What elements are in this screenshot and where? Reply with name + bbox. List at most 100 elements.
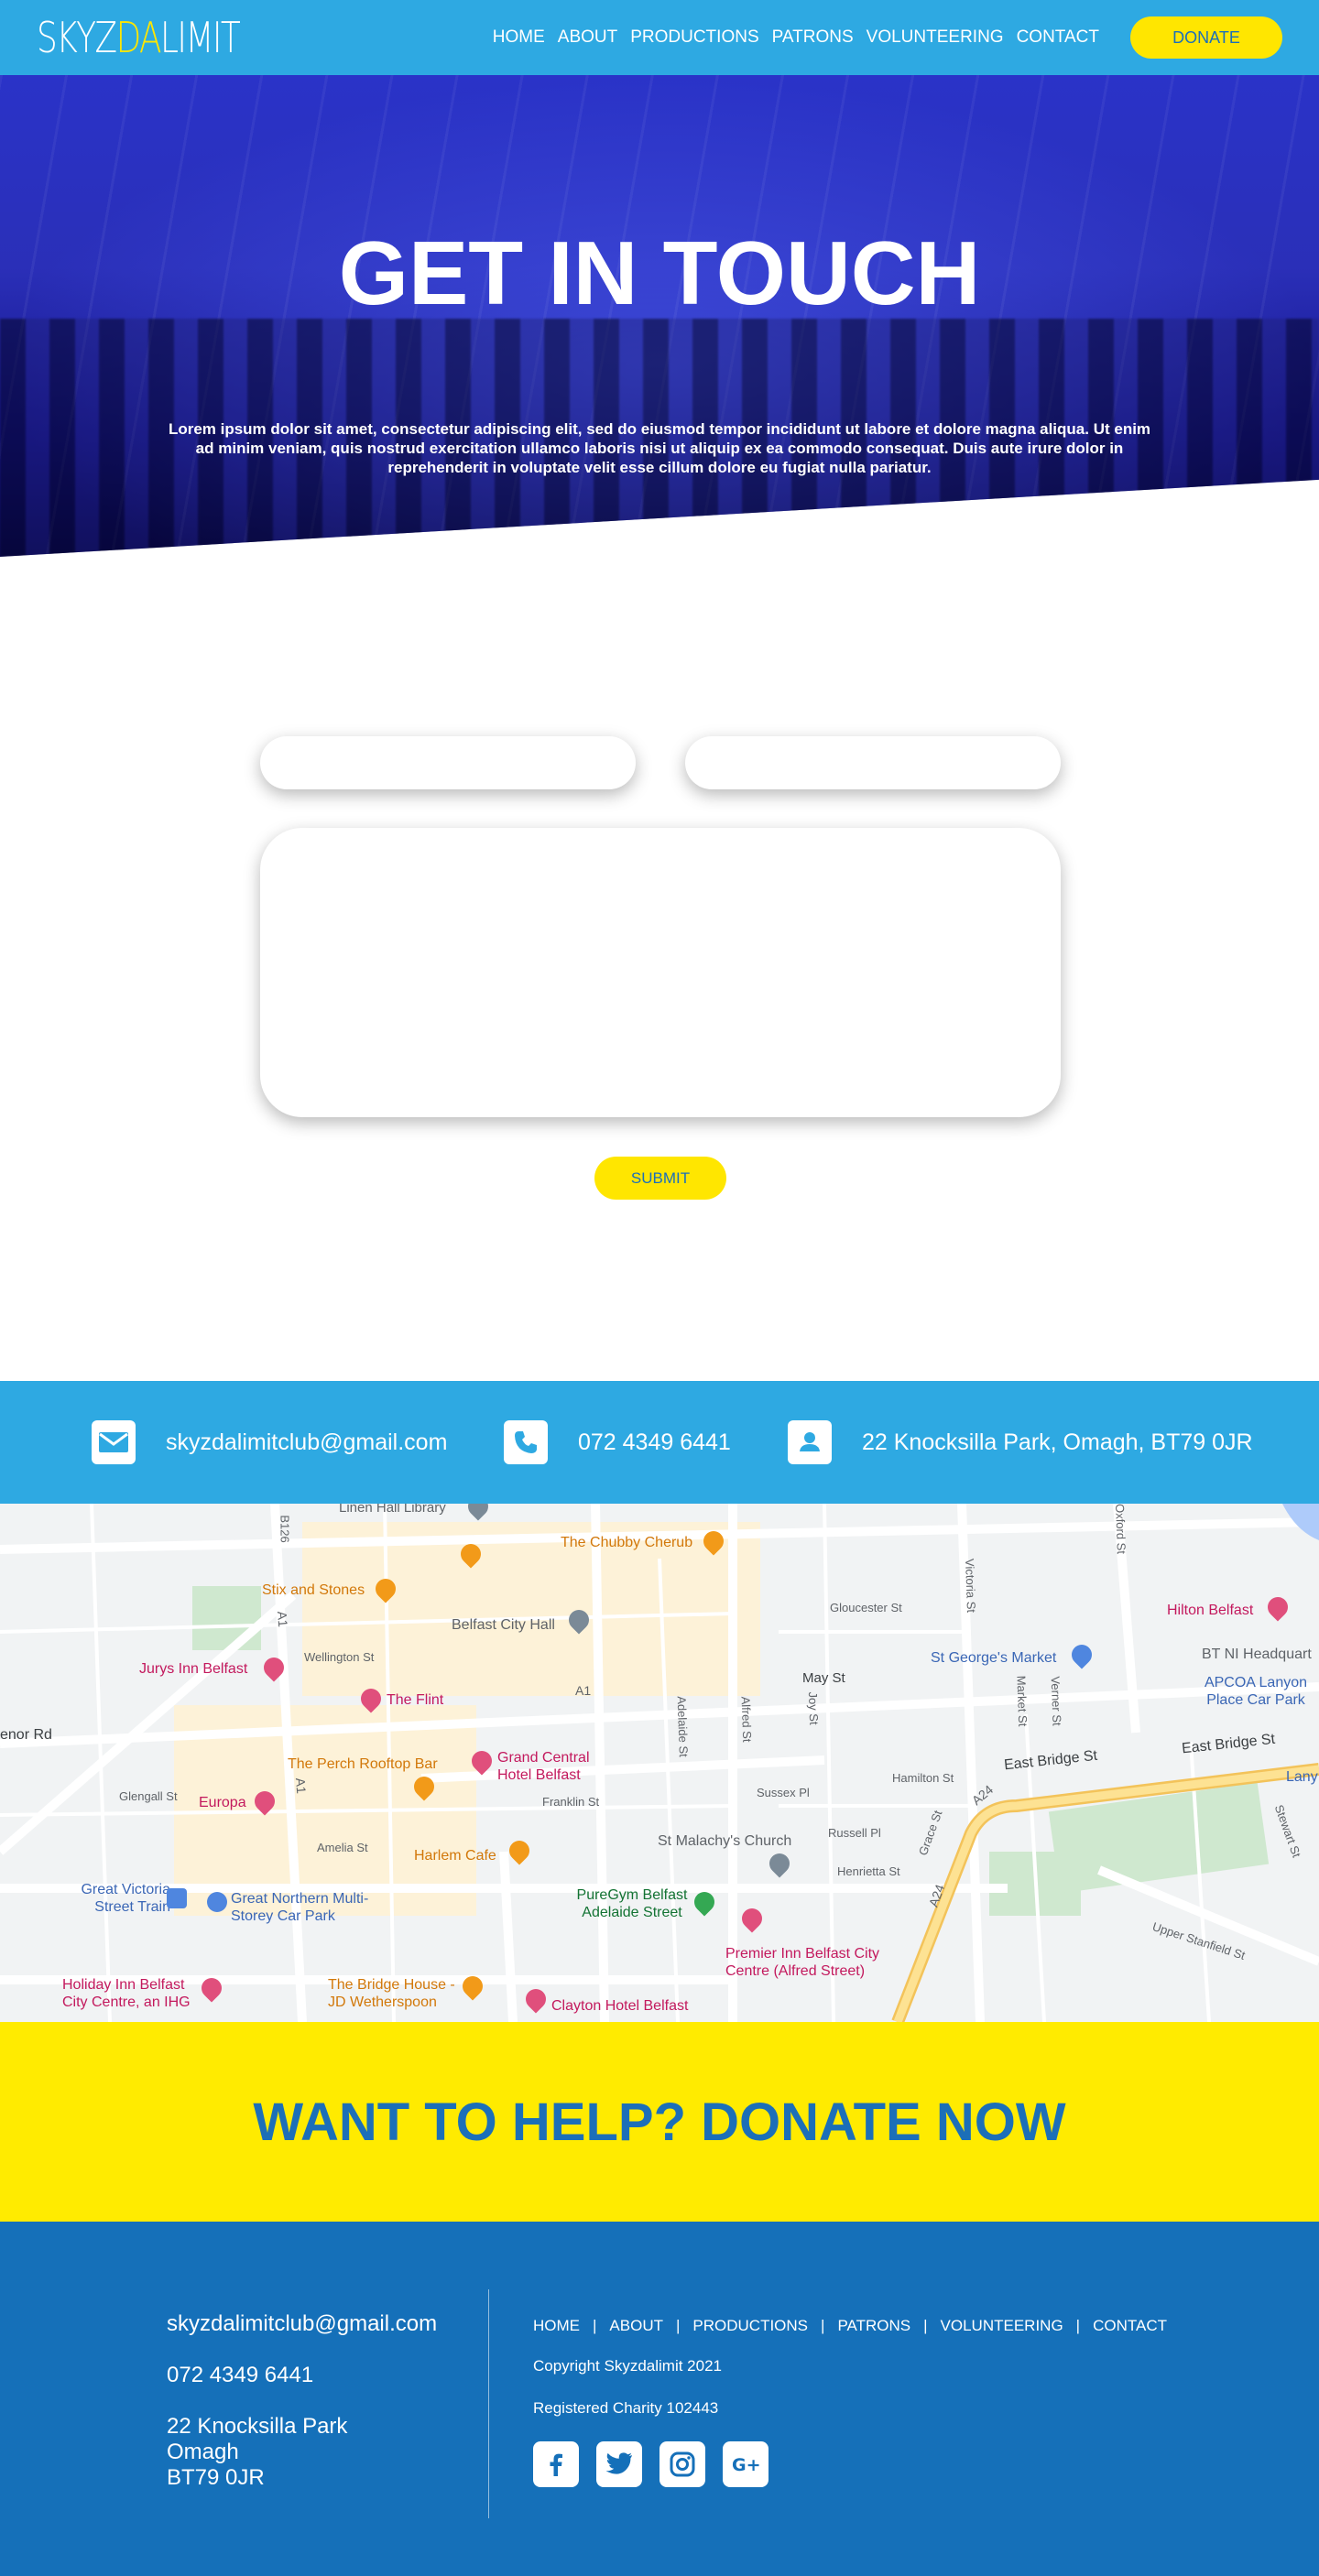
map-label-market: Market St	[1014, 1675, 1030, 1727]
footer-nav-separator: |	[1075, 2317, 1081, 2334]
map-label-adelaide: Adelaide St	[674, 1696, 691, 1757]
footer-nav-separator: |	[593, 2317, 597, 2334]
footer-address: 22 Knocksilla Park Omagh BT79 0JR	[167, 2414, 437, 2491]
map-label-victoria-st: Victoria St	[962, 1558, 979, 1614]
footer: skyzdalimitclub@gmail.com 072 4349 6441 …	[0, 2222, 1319, 2576]
mail-icon	[92, 1420, 136, 1464]
email-input[interactable]	[685, 736, 1061, 789]
google-plus-icon[interactable]: G+	[723, 2441, 769, 2487]
map-streets	[0, 1504, 1319, 2022]
map-label-lisburn-rd: enor Rd	[0, 1727, 52, 1743]
map-label-sussex: Sussex Pl	[757, 1786, 810, 1799]
map-label-alfred: Alfred St	[738, 1696, 755, 1743]
name-input[interactable]	[260, 736, 636, 789]
instagram-icon[interactable]	[660, 2441, 705, 2487]
nav-about[interactable]: ABOUT	[558, 27, 617, 48]
nav-contact[interactable]: CONTACT	[1017, 27, 1099, 48]
footer-contact: skyzdalimitclub@gmail.com 072 4349 6441 …	[167, 2311, 437, 2491]
parking-icon[interactable]	[207, 1892, 227, 1912]
twitter-icon[interactable]	[596, 2441, 642, 2487]
map-label-russell: Russell Pl	[828, 1826, 881, 1840]
footer-divider	[488, 2289, 489, 2518]
site-logo[interactable]: SKYZDALIMIT	[37, 13, 241, 62]
footer-phone[interactable]: 072 4349 6441	[167, 2363, 437, 2388]
nav-volunteering[interactable]: VOLUNTEERING	[867, 27, 1004, 48]
map-label-holiday-inn: Holiday Inn Belfast City Centre, an IHG	[62, 1977, 191, 2010]
contact-phone[interactable]: 072 4349 6441	[504, 1420, 731, 1464]
submit-button[interactable]: SUBMIT	[594, 1157, 726, 1200]
footer-nav-volunteering[interactable]: VOLUNTEERING	[941, 2317, 1063, 2335]
footer-nav-productions[interactable]: PRODUCTIONS	[692, 2317, 808, 2335]
map-label-st-malachys: St Malachy's Church	[658, 1833, 792, 1849]
donate-button[interactable]: DONATE	[1130, 16, 1282, 59]
map-label-hilton: Hilton Belfast	[1167, 1603, 1254, 1618]
map-label-apcoa: APCOA Lanyon Place Car Park	[1204, 1675, 1308, 1708]
footer-copyright: Copyright Skyzdalimit 2021	[533, 2357, 722, 2375]
map-label-st-georges: St George's Market	[931, 1650, 1057, 1666]
map-label-verner: Verner St	[1048, 1676, 1064, 1726]
footer-nav-about[interactable]: ABOUT	[609, 2317, 663, 2335]
map-label-premier-inn: Premier Inn Belfast City Centre (Alfred …	[725, 1946, 880, 1979]
contact-email-text: skyzdalimitclub@gmail.com	[166, 1429, 448, 1455]
map-label-bt-ni: BT NI Headquart	[1202, 1647, 1312, 1662]
map-label-perch: The Perch Rooftop Bar	[288, 1756, 438, 1772]
map-label-jurys-inn: Jurys Inn Belfast	[139, 1661, 248, 1677]
embedded-map[interactable]: Linen Hall Library The Chubby Cherub Sti…	[0, 1504, 1319, 2022]
logo-part-2: DA	[115, 13, 162, 62]
donate-banner[interactable]: WANT TO HELP? DONATE NOW	[0, 2022, 1319, 2222]
map-label-joy: Joy St	[805, 1691, 822, 1725]
message-textarea[interactable]	[260, 828, 1061, 1117]
nav-patrons[interactable]: PATRONS	[772, 27, 854, 48]
map-label-city-hall: Belfast City Hall	[452, 1617, 555, 1633]
footer-address-line-3: BT79 0JR	[167, 2465, 265, 2490]
footer-nav-separator: |	[821, 2317, 825, 2334]
main-nav: HOME ABOUT PRODUCTIONS PATRONS VOLUNTEER…	[480, 27, 1099, 48]
footer-address-line-2: Omagh	[167, 2440, 239, 2464]
phone-icon	[504, 1420, 548, 1464]
footer-charity-number: Registered Charity 102443	[533, 2399, 719, 2417]
map-label-puregym: PureGym Belfast Adelaide Street	[576, 1887, 688, 1920]
footer-email[interactable]: skyzdalimitclub@gmail.com	[167, 2311, 437, 2337]
map-label-harlem-cafe: Harlem Cafe	[414, 1848, 496, 1864]
svg-text:G+: G+	[732, 2455, 761, 2475]
map-label-great-victoria: Great Victoria Street Train	[81, 1882, 170, 1915]
map-label-glengall: Glengall St	[119, 1789, 178, 1803]
map-label-the-flint: The Flint	[387, 1692, 444, 1708]
hero-banner: GET IN TOUCH Lorem ipsum dolor sit amet,…	[0, 75, 1319, 557]
map-label-franklin: Franklin St	[542, 1795, 600, 1809]
nav-home[interactable]: HOME	[493, 27, 545, 48]
contact-phone-text: 072 4349 6441	[578, 1429, 731, 1455]
map-label-europa: Europa	[199, 1795, 246, 1810]
footer-nav-separator: |	[923, 2317, 928, 2334]
nav-productions[interactable]: PRODUCTIONS	[630, 27, 758, 48]
logo-part-1: SKYZ	[37, 13, 117, 62]
map-label-hamilton: Hamilton St	[892, 1771, 954, 1785]
map-label-great-northern: Great Northern Multi-Storey Car Park	[231, 1891, 369, 1924]
contact-address-text: 22 Knocksilla Park, Omagh, BT79 0JR	[862, 1429, 1253, 1455]
train-station-icon[interactable]	[167, 1888, 187, 1908]
map-label-a1-may: A1	[575, 1683, 592, 1698]
footer-nav-patrons[interactable]: PATRONS	[837, 2317, 910, 2335]
footer-nav-separator: |	[675, 2317, 681, 2334]
footer-address-line-1: 22 Knocksilla Park	[167, 2414, 348, 2439]
map-label-bridge-house: The Bridge House - JD Wetherspoon	[328, 1977, 455, 2010]
donate-banner-title[interactable]: WANT TO HELP? DONATE NOW	[253, 2092, 1065, 2153]
map-label-gloucester: Gloucester St	[830, 1601, 902, 1614]
map-label-lany: Lany	[1286, 1769, 1318, 1785]
social-links: G+	[533, 2441, 1167, 2487]
hero-description: Lorem ipsum dolor sit amet, consectetur …	[168, 420, 1151, 476]
footer-nav-contact[interactable]: CONTACT	[1093, 2317, 1167, 2335]
map-label-b126: B126	[278, 1515, 292, 1543]
map-label-stix-and-stones: Stix and Stones	[262, 1582, 365, 1598]
navbar: SKYZDALIMIT HOME ABOUT PRODUCTIONS PATRO…	[0, 0, 1319, 75]
footer-nav-home[interactable]: HOME	[533, 2317, 580, 2335]
map-label-amelia: Amelia St	[317, 1841, 368, 1854]
map-label-linen-hall: Linen Hall Library	[339, 1504, 446, 1516]
map-label-grand-central: Grand Central Hotel Belfast	[497, 1750, 590, 1783]
facebook-icon[interactable]	[533, 2441, 579, 2487]
contact-email[interactable]: skyzdalimitclub@gmail.com	[92, 1420, 447, 1464]
map-label-henrietta: Henrietta St	[837, 1864, 900, 1878]
footer-links-column: HOME | ABOUT | PRODUCTIONS | PATRONS | VOLUN…	[533, 2317, 1167, 2487]
map-label-clayton: Clayton Hotel Belfast	[551, 1998, 689, 2014]
contact-address[interactable]: 22 Knocksilla Park, Omagh, BT79 0JR	[788, 1420, 1253, 1464]
